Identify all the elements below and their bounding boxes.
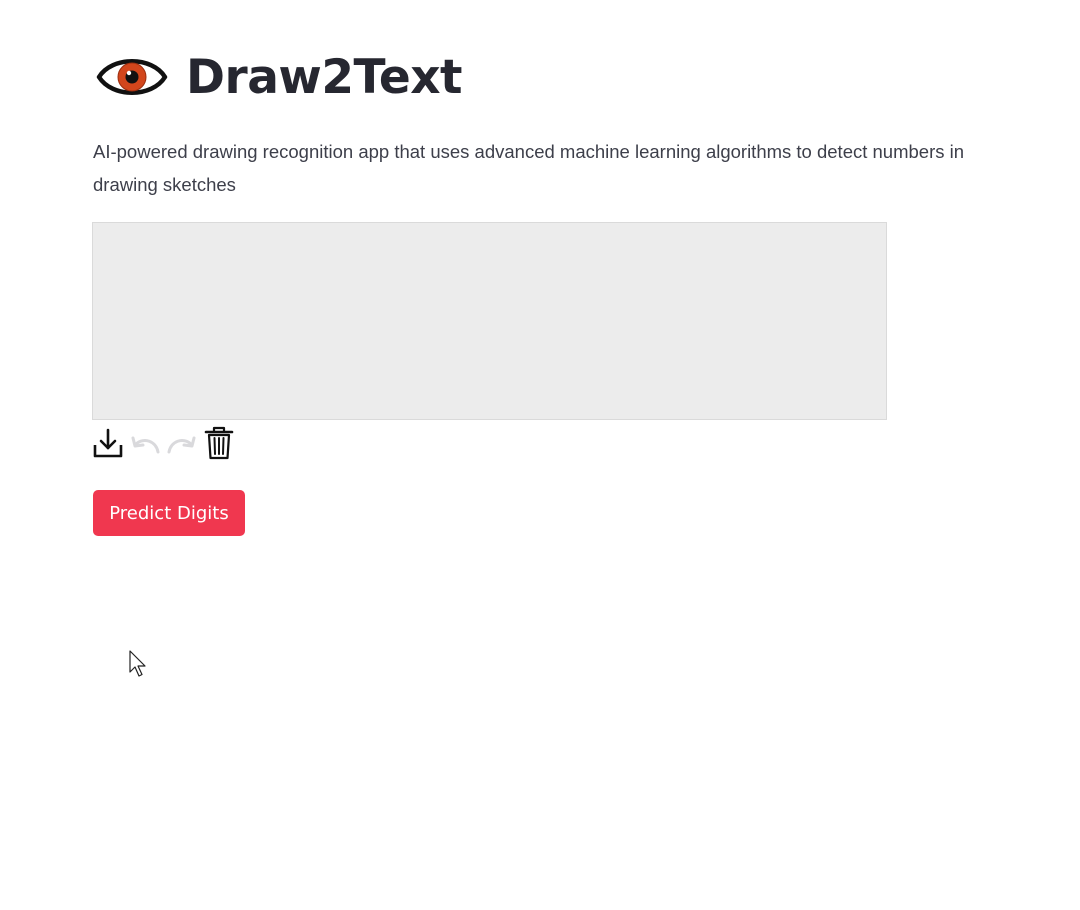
eye-icon	[96, 59, 168, 95]
trash-icon	[204, 426, 234, 460]
app-description: AI-powered drawing recognition app that …	[93, 141, 965, 195]
undo-icon	[131, 436, 160, 454]
clear-button[interactable]	[203, 425, 235, 461]
drawing-canvas[interactable]	[92, 222, 887, 420]
redo-button[interactable]	[166, 425, 198, 461]
mouse-cursor-icon	[129, 650, 146, 677]
download-button[interactable]	[92, 425, 124, 461]
app-page: Draw2Text AI-powered drawing recognition…	[0, 0, 1080, 910]
predict-digits-button[interactable]: Predict Digits	[93, 490, 245, 536]
download-icon	[93, 428, 123, 458]
title-row: Draw2Text	[96, 44, 463, 110]
page-title: Draw2Text	[186, 49, 463, 105]
canvas-toolbar	[92, 424, 240, 462]
undo-button[interactable]	[129, 425, 161, 461]
redo-icon	[167, 436, 196, 454]
